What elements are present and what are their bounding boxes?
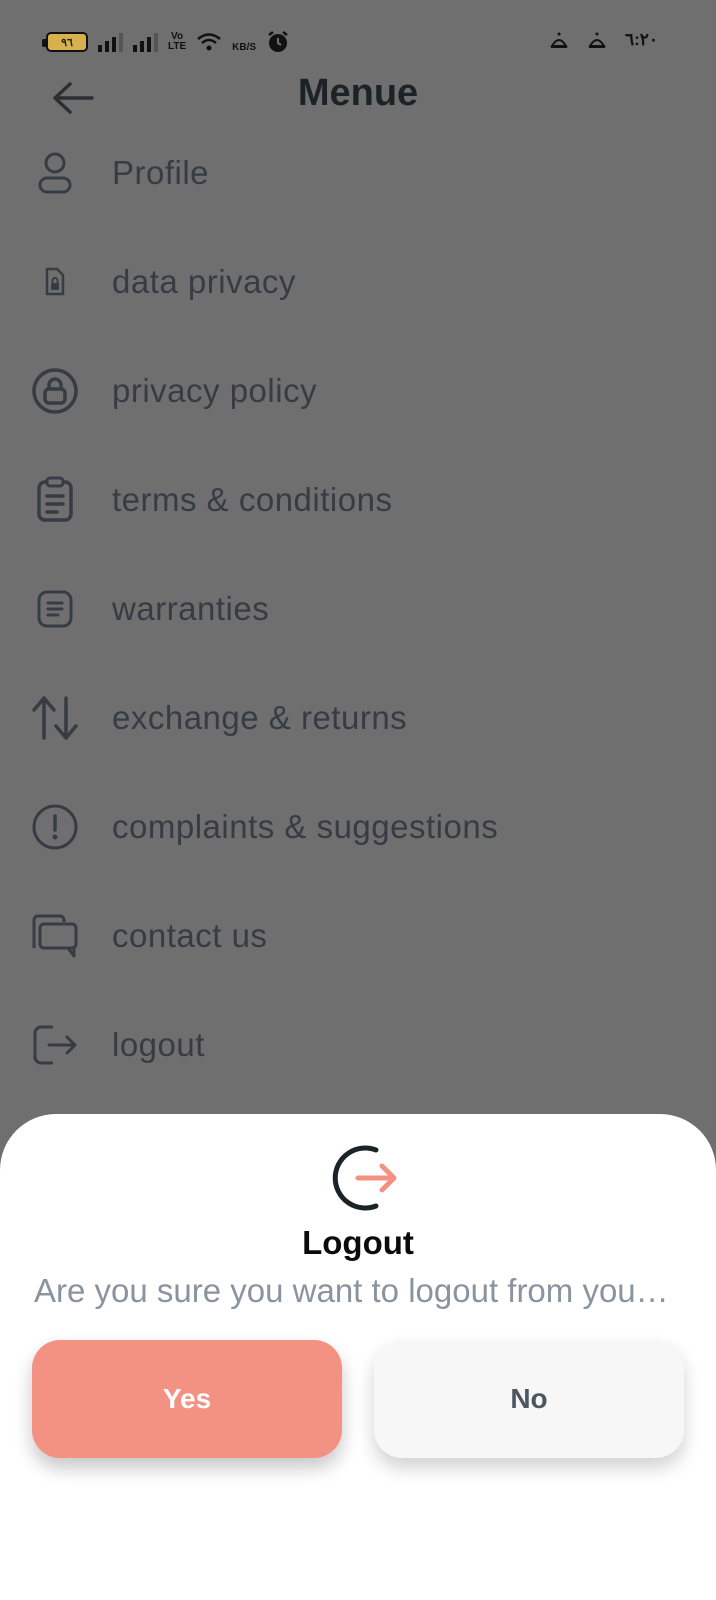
- status-bar: ٩٦ Vo LTE KB/S ٦:٢٠: [0, 0, 716, 80]
- battery-level: ٩٦: [61, 36, 73, 49]
- dialog-message: Are you sure you want to logout from you…: [34, 1272, 674, 1309]
- menu-item-label: Profile: [112, 154, 210, 191]
- yes-button[interactable]: Yes: [32, 1340, 342, 1458]
- menu-item-label: complaints & suggestions: [112, 808, 499, 845]
- alarm-icon: [268, 31, 288, 52]
- file-lock-icon: [30, 257, 80, 307]
- alert-circle-icon: [30, 802, 80, 852]
- menu-item-profile[interactable]: Profile: [0, 118, 716, 228]
- signal-icon: [133, 32, 158, 52]
- menu-item-label: terms & conditions: [112, 481, 393, 518]
- menu-item-logout[interactable]: logout: [0, 990, 716, 1100]
- menu-item-contact-us[interactable]: contact us: [0, 881, 716, 991]
- logout-icon: [30, 1020, 80, 1070]
- volte-bottom: LTE: [168, 41, 187, 52]
- menu-item-data-privacy[interactable]: data privacy: [0, 227, 716, 337]
- menu-item-label: exchange & returns: [112, 699, 408, 736]
- notification-icon: [550, 32, 568, 48]
- volte-icon: Vo LTE: [168, 32, 186, 52]
- battery-icon: ٩٦: [42, 32, 88, 52]
- menu-item-label: logout: [112, 1026, 205, 1063]
- exchange-arrows-icon: [30, 693, 80, 743]
- logout-dialog: Logout Are you sure you want to logout f…: [0, 1114, 716, 1600]
- wifi-icon: [197, 33, 221, 51]
- signal-icon: [98, 32, 123, 52]
- status-time: ٦:٢٠: [624, 30, 658, 49]
- menu-item-label: data privacy: [112, 263, 296, 300]
- network-speed: KB/S: [232, 41, 257, 53]
- menu-item-exchange-returns[interactable]: exchange & returns: [0, 663, 716, 773]
- menu-item-terms[interactable]: terms & conditions: [0, 445, 716, 555]
- logout-icon: [332, 1145, 397, 1211]
- lock-circle-icon: [30, 366, 80, 416]
- notification-icon: [588, 32, 606, 48]
- user-icon: [30, 148, 80, 198]
- menu-item-label: warranties: [112, 590, 270, 627]
- menu-item-label: contact us: [112, 917, 268, 954]
- page-title: Menue: [297, 72, 419, 114]
- chat-icon: [30, 911, 80, 961]
- dialog-title: Logout: [302, 1224, 414, 1261]
- menu-item-complaints[interactable]: complaints & suggestions: [0, 772, 716, 882]
- menu-item-warranties[interactable]: warranties: [0, 554, 716, 664]
- document-icon: [30, 584, 80, 634]
- menu-item-privacy-policy[interactable]: privacy policy: [0, 336, 716, 446]
- menu-item-label: privacy policy: [112, 372, 318, 409]
- no-button[interactable]: No: [374, 1340, 684, 1458]
- clipboard-icon: [30, 475, 80, 525]
